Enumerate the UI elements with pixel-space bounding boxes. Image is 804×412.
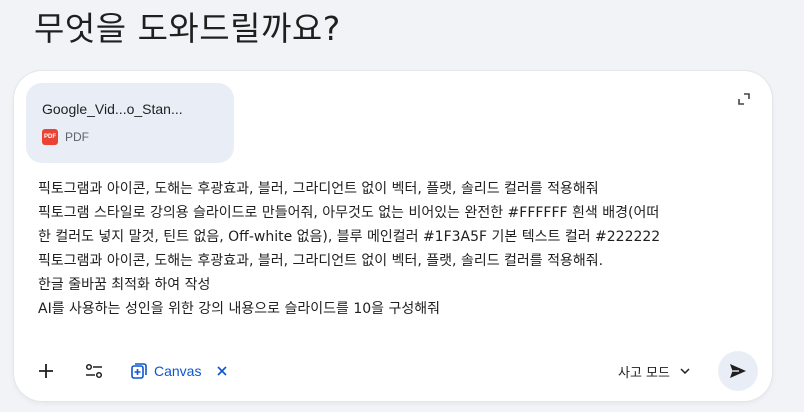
canvas-chip[interactable]: Canvas xyxy=(130,359,228,383)
prompt-composer: Google_Vid...o_Stan... PDF PDF 픽토그램과 아이콘… xyxy=(14,71,772,401)
prompt-input[interactable]: 픽토그램과 아이콘, 도해는 후광효과, 블러, 그라디언트 없이 벡터, 플랫… xyxy=(38,177,738,321)
attachment-chip[interactable]: Google_Vid...o_Stan... PDF PDF xyxy=(26,83,234,163)
tools-button[interactable] xyxy=(78,355,110,387)
close-icon xyxy=(217,366,228,376)
canvas-close-button[interactable] xyxy=(217,366,228,376)
prompt-line: 한글 줄바꿈 최적화 하여 작성 xyxy=(38,277,211,293)
page-title: 무엇을 도와드릴까요? xyxy=(34,9,341,48)
expand-icon xyxy=(738,93,750,105)
mode-label: 사고 모드 xyxy=(618,365,670,381)
composer-toolbar: Canvas 사고 모드 xyxy=(14,351,772,391)
add-button[interactable] xyxy=(30,355,62,387)
attachment-file-type: PDF xyxy=(65,130,89,144)
expand-button[interactable] xyxy=(734,89,754,109)
send-button[interactable] xyxy=(718,351,758,391)
canvas-label: Canvas xyxy=(154,363,202,379)
mode-selector[interactable]: 사고 모드 xyxy=(618,359,690,383)
prompt-line: AI를 사용하는 성인을 위한 강의 내용으로 슬라이드를 10을 구성해줘 xyxy=(38,301,441,317)
prompt-line: 픽토그램과 아이콘, 도해는 후광효과, 블러, 그라디언트 없이 벡터, 플랫… xyxy=(38,253,604,269)
attachment-file-name: Google_Vid...o_Stan... xyxy=(42,101,183,117)
prompt-line: 픽토그램과 아이콘, 도해는 후광효과, 블러, 그라디언트 없이 벡터, 플랫… xyxy=(38,181,599,197)
pdf-icon: PDF xyxy=(42,129,58,145)
prompt-line: 한 컬러도 넣지 말것, 틴트 없음, Off-white 없음), 블루 메인… xyxy=(38,229,661,245)
attachment-type-row: PDF PDF xyxy=(42,129,89,145)
send-icon xyxy=(730,364,746,378)
gemini-page: 무엇을 도와드릴까요? Google_Vid...o_Stan... PDF P… xyxy=(0,0,804,412)
prompt-line: 픽토그램 스타일로 강의용 슬라이드로 만들어줘, 아무것도 없는 비어있는 완… xyxy=(38,205,660,221)
plus-icon xyxy=(39,364,53,378)
chevron-down-icon xyxy=(680,368,690,374)
canvas-icon xyxy=(131,363,147,379)
tools-icon xyxy=(85,363,103,379)
